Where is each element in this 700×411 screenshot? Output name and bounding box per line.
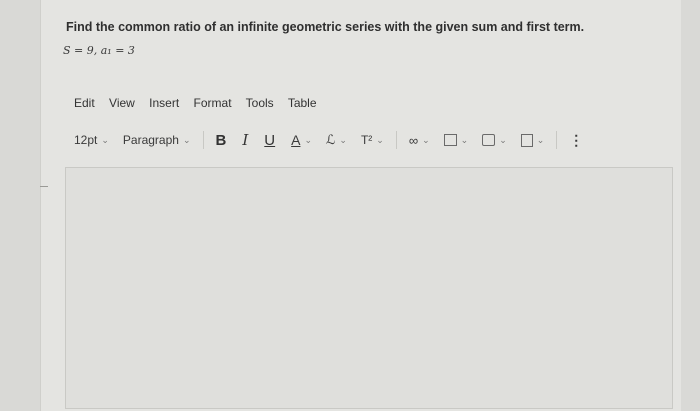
chevron-down-icon: ⌄ — [536, 134, 545, 145]
menu-table[interactable]: Table — [288, 96, 317, 110]
link-icon: ∞ — [408, 132, 419, 148]
question-text: Find the common ratio of an infinite geo… — [66, 20, 585, 34]
highlight-button[interactable]: ℒ ⌄ — [326, 132, 347, 148]
menu-insert[interactable]: Insert — [149, 96, 179, 110]
superscript-button[interactable]: T² ⌄ — [361, 133, 384, 147]
font-size-value: 12pt — [74, 133, 98, 147]
toolbar-divider — [202, 131, 204, 149]
given-values: S = 9, a₁ = 3 — [63, 44, 135, 57]
highlight-icon: ℒ — [326, 132, 336, 147]
image-button[interactable]: ⌄ — [443, 134, 469, 146]
chevron-down-icon: ⌄ — [376, 134, 384, 145]
document-button[interactable]: ⌄ — [520, 133, 545, 147]
link-button[interactable]: ∞ ⌄ — [409, 133, 430, 148]
left-edge-mark — [40, 186, 48, 187]
chevron-down-icon: ⌄ — [304, 134, 313, 145]
italic-button[interactable]: I — [242, 131, 248, 149]
font-size-select[interactable]: 12pt ⌄ — [74, 133, 109, 147]
chevron-down-icon: ⌄ — [422, 134, 430, 145]
chevron-down-icon: ⌄ — [460, 134, 469, 145]
chevron-down-icon: ⌄ — [182, 134, 191, 145]
media-button[interactable]: ⌄ — [482, 134, 507, 146]
media-icon — [482, 134, 496, 146]
menu-edit[interactable]: Edit — [74, 96, 95, 110]
chevron-down-icon: ⌄ — [339, 134, 347, 145]
superscript-icon: T² — [360, 133, 373, 147]
image-icon — [443, 134, 457, 146]
toolbar-divider — [556, 131, 558, 149]
page-sheet: Find the common ratio of an infinite geo… — [40, 0, 681, 411]
menu-format[interactable]: Format — [194, 96, 232, 110]
editor-toolbar: 12pt ⌄ Paragraph ⌄ B I U A ⌄ ℒ ⌄ T² ⌄ ∞ … — [74, 130, 583, 150]
bold-button[interactable]: B — [216, 132, 227, 149]
block-format-value: Paragraph — [122, 133, 179, 147]
document-icon — [520, 133, 533, 147]
menu-view[interactable]: View — [109, 96, 135, 110]
menu-tools[interactable]: Tools — [246, 96, 274, 110]
underline-button[interactable]: U — [264, 132, 275, 149]
editor-content-area[interactable] — [65, 167, 673, 409]
toolbar-divider — [395, 131, 397, 149]
text-color-icon: A — [291, 132, 301, 148]
chevron-down-icon: ⌄ — [101, 134, 109, 145]
chevron-down-icon: ⌄ — [499, 134, 507, 145]
more-vertical-icon[interactable]: ⋮ — [569, 132, 583, 149]
block-format-select[interactable]: Paragraph ⌄ — [123, 133, 191, 147]
text-color-button[interactable]: A ⌄ — [291, 132, 312, 148]
editor-menubar: Edit View Insert Format Tools Table — [74, 96, 328, 110]
